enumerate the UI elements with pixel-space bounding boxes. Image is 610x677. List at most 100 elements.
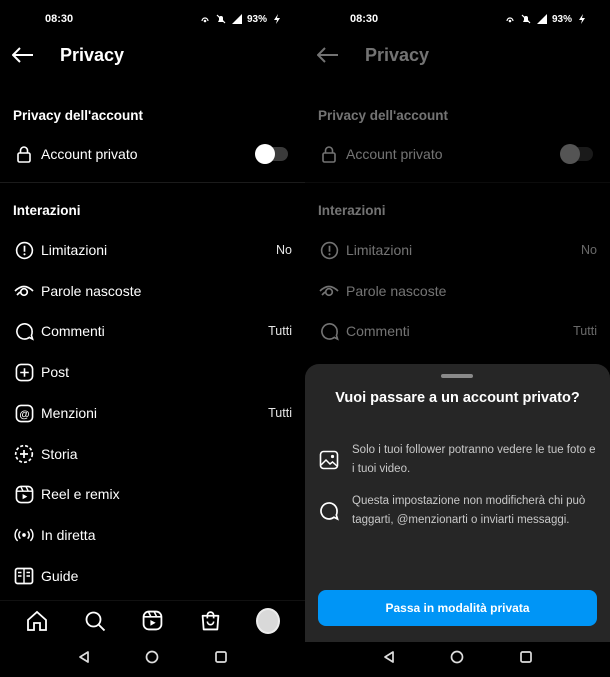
sheet-title: Vuoi passare a un account privato? xyxy=(335,390,580,406)
private-account-row[interactable]: Account privato xyxy=(0,138,305,170)
row-label: Parole nascoste xyxy=(346,283,447,299)
sheet-drag-handle[interactable] xyxy=(441,374,473,378)
signal-icon xyxy=(536,14,547,24)
recents-square-icon[interactable] xyxy=(214,650,228,669)
right-screen: 08:30 93% Privacy Privacy dell'account A… xyxy=(305,0,610,677)
divider xyxy=(0,182,305,183)
row-label: Menzioni xyxy=(41,405,98,421)
interactions-section-title: Interazioni xyxy=(318,203,386,218)
row-commenti: Commenti Tutti xyxy=(305,315,610,347)
live-icon xyxy=(14,525,34,545)
row-label: Commenti xyxy=(41,323,105,339)
row-label: Storia xyxy=(41,446,78,462)
row-value: Tutti xyxy=(268,324,292,338)
status-bar: 08:30 93% xyxy=(0,0,305,38)
battery-percent: 93% xyxy=(551,13,572,25)
page-title: Privacy xyxy=(365,44,430,65)
lock-icon xyxy=(319,144,339,164)
home-icon[interactable] xyxy=(25,609,49,633)
row-storia[interactable]: Storia xyxy=(0,438,305,470)
account-section-title: Privacy dell'account xyxy=(318,108,449,123)
row-label: In diretta xyxy=(41,527,96,543)
row-value: Tutti xyxy=(573,324,597,338)
comment-icon xyxy=(14,321,34,341)
home-circle-icon[interactable] xyxy=(450,650,464,669)
sheet-item-text: Questa impostazione non modificherà chi … xyxy=(352,495,586,526)
sheet-item-mentions: Questa impostazione non modificherà chi … xyxy=(317,492,600,530)
comment-icon xyxy=(317,499,341,523)
profile-avatar[interactable] xyxy=(256,607,281,634)
row-label: Limitazioni xyxy=(346,242,413,258)
status-time: 08:30 xyxy=(350,13,379,25)
lock-icon xyxy=(14,144,34,164)
dimmed-background-content: Privacy Privacy dell'account Account pri… xyxy=(305,38,610,341)
story-plus-icon xyxy=(14,444,34,464)
row-menzioni[interactable]: @ Menzioni Tutti xyxy=(0,397,305,429)
shop-icon[interactable] xyxy=(198,609,222,633)
row-parole-nascoste[interactable]: Parole nascoste xyxy=(0,275,305,307)
row-label: Commenti xyxy=(346,323,410,339)
row-parole-nascoste: Parole nascoste xyxy=(305,275,610,307)
row-value: No xyxy=(581,243,597,257)
charging-icon xyxy=(274,14,280,24)
private-account-label: Account privato xyxy=(346,146,443,162)
private-account-label: Account privato xyxy=(41,146,138,162)
switch-to-private-button[interactable]: Passa in modalità privata xyxy=(318,590,597,626)
hotspot-icon xyxy=(201,17,209,23)
row-label: Post xyxy=(41,364,70,380)
back-triangle-icon[interactable] xyxy=(382,650,396,669)
private-account-bottom-sheet: Vuoi passare a un account privato? Solo … xyxy=(305,364,610,642)
row-reel-remix[interactable]: Reel e remix xyxy=(0,478,305,510)
back-arrow-icon[interactable] xyxy=(12,45,36,65)
sheet-item-text: Solo i tuoi follower potranno vedere le … xyxy=(352,444,596,475)
private-account-toggle[interactable] xyxy=(255,144,288,164)
hotspot-icon xyxy=(506,17,514,23)
recents-square-icon[interactable] xyxy=(519,650,533,669)
system-nav-bar xyxy=(305,642,610,677)
plus-square-icon xyxy=(14,362,34,382)
mute-icon xyxy=(521,14,531,24)
private-account-toggle xyxy=(560,144,593,164)
row-value: Tutti xyxy=(268,406,292,420)
at-icon: @ xyxy=(14,403,34,423)
charging-icon xyxy=(579,14,585,24)
row-commenti[interactable]: Commenti Tutti xyxy=(0,315,305,347)
alert-circle-icon xyxy=(319,240,339,260)
home-circle-icon[interactable] xyxy=(145,650,159,669)
row-label: Reel e remix xyxy=(41,486,120,502)
row-limitazioni: Limitazioni No xyxy=(305,234,610,266)
signal-icon xyxy=(231,14,242,24)
row-label: Limitazioni xyxy=(41,242,108,258)
svg-text:@: @ xyxy=(19,409,29,420)
row-label: Parole nascoste xyxy=(41,283,142,299)
alert-circle-icon xyxy=(14,240,34,260)
reels-icon[interactable] xyxy=(140,609,164,633)
search-icon[interactable] xyxy=(83,609,107,633)
row-post[interactable]: Post xyxy=(0,356,305,388)
reels-icon xyxy=(14,484,34,504)
row-label: Guide xyxy=(41,568,79,584)
row-guide[interactable]: Guide xyxy=(0,560,305,592)
photo-icon xyxy=(317,448,341,472)
row-value: No xyxy=(276,243,292,257)
page-title: Privacy xyxy=(60,44,125,65)
back-triangle-icon[interactable] xyxy=(77,650,91,669)
interactions-section-title: Interazioni xyxy=(13,203,81,218)
mute-icon xyxy=(216,14,226,24)
bottom-tab-bar xyxy=(0,600,305,640)
battery-percent: 93% xyxy=(246,13,267,25)
divider xyxy=(305,182,610,183)
row-limitazioni[interactable]: Limitazioni No xyxy=(0,234,305,266)
back-arrow-icon xyxy=(317,45,341,65)
eye-off-icon xyxy=(319,281,339,301)
left-screen: 08:30 93% Privacy Privacy dell'account A… xyxy=(0,0,305,677)
account-section-title: Privacy dell'account xyxy=(13,108,144,123)
eye-off-icon xyxy=(14,281,34,301)
status-time: 08:30 xyxy=(45,13,74,25)
private-account-row: Account privato xyxy=(305,138,610,170)
system-nav-bar xyxy=(0,642,305,677)
row-in-diretta[interactable]: In diretta xyxy=(0,519,305,551)
sheet-item-photos: Solo i tuoi follower potranno vedere le … xyxy=(317,441,600,479)
comment-icon xyxy=(319,321,339,341)
page-header: Privacy xyxy=(305,38,610,72)
